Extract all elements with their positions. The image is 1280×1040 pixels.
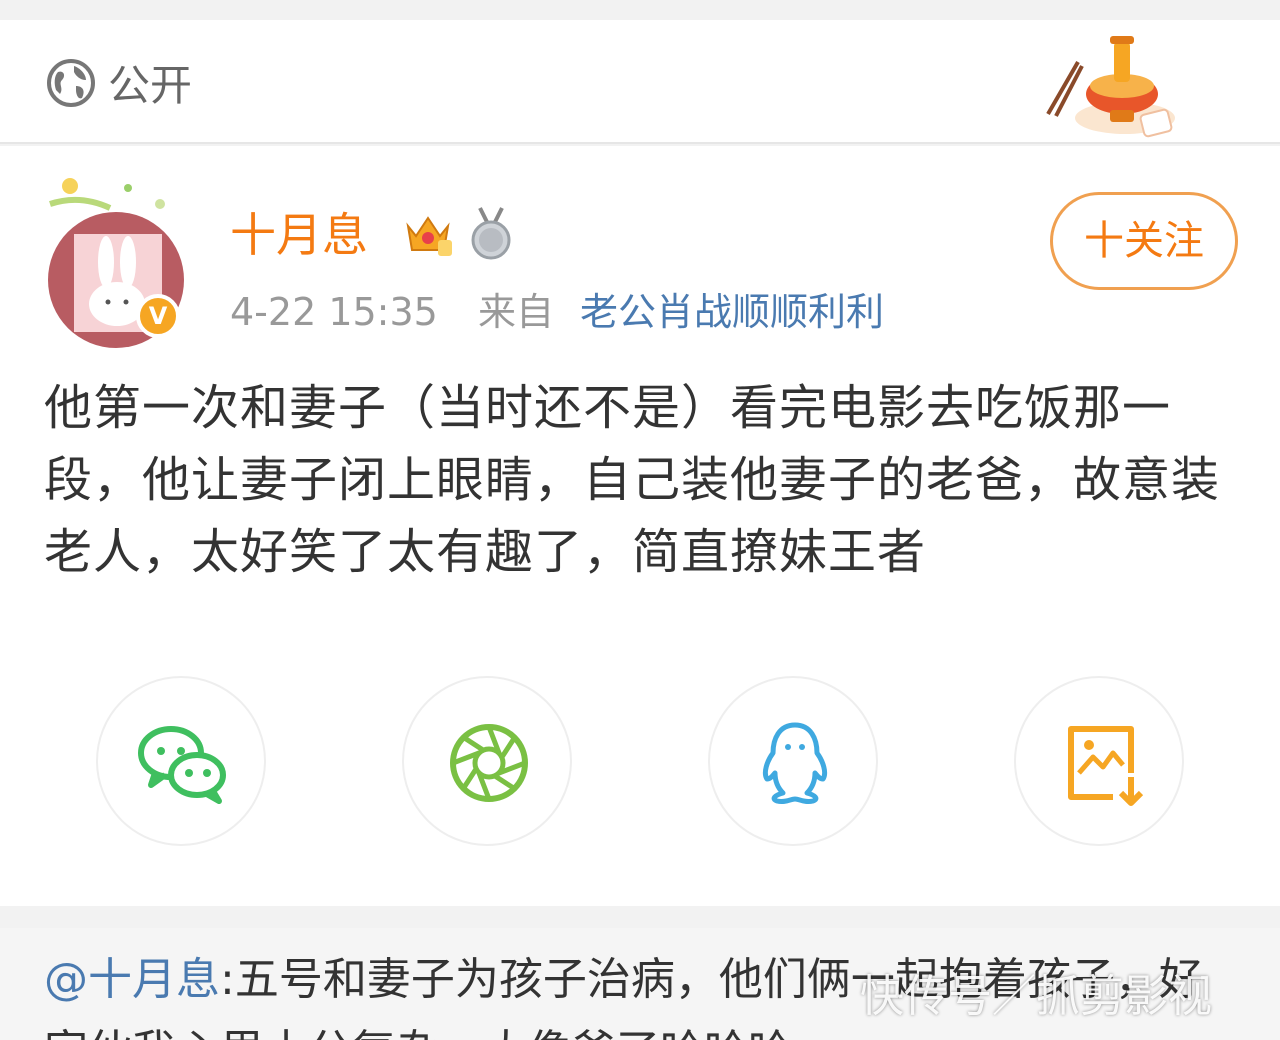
save-image-button[interactable] [1014, 676, 1184, 846]
wechat-icon [138, 726, 226, 804]
globe-icon [47, 59, 95, 107]
post-meta: 4-22 15:35 来自 老公肖战顺顺利利 [230, 290, 884, 334]
share-row [0, 676, 1280, 848]
top-strip [0, 0, 1280, 20]
share-moments-button[interactable] [402, 676, 572, 846]
post-time: 4-22 15:35 [230, 290, 438, 334]
post-body-text: 他第一次和妻子（当时还不是）看完电影去吃饭那一段，他让妻子闭上眼睛，自己装他妻子… [44, 380, 1221, 580]
post-source-link[interactable]: 老公肖战顺顺利利 [580, 290, 884, 334]
author-name[interactable]: 十月息 [230, 208, 368, 262]
post-card: V 十月息 4-22 15:35 来自 老公肖战顺顺利利 十关注 他第一次和妻子… [0, 146, 1280, 906]
follow-button[interactable]: 十关注 [1050, 192, 1238, 290]
repost-mention[interactable]: @十月息 [44, 954, 220, 1005]
verified-badge: V [136, 294, 180, 338]
from-label: 来自 [477, 290, 554, 334]
share-wechat-button[interactable] [96, 676, 266, 846]
visibility-label: 公开 [108, 61, 193, 110]
crown-vip-icon [406, 216, 452, 256]
share-qq-button[interactable] [708, 676, 878, 846]
watermark: 快传号／抓剪影视 [860, 971, 1212, 1022]
save-image-icon [1068, 726, 1144, 806]
qq-penguin-icon [762, 722, 828, 805]
visibility-bar[interactable]: 公开 [0, 20, 1280, 144]
hotpot-sticker-icon [1046, 36, 1175, 138]
author-avatar[interactable]: V [40, 174, 190, 348]
silver-medal-icon [471, 207, 511, 260]
camera-aperture-icon [450, 724, 528, 802]
